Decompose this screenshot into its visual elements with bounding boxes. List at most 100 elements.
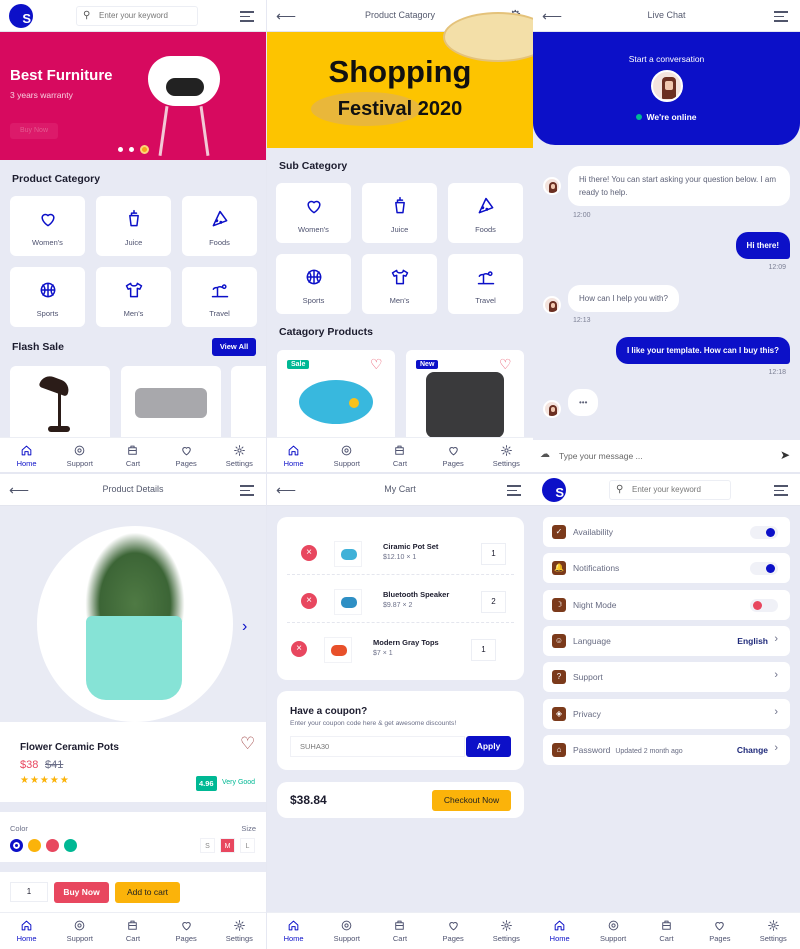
add-to-cart-button[interactable]: Add to cart [115, 882, 180, 903]
category-ball[interactable]: Sports [276, 254, 351, 314]
category-cup[interactable]: Juice [96, 196, 171, 256]
message-input[interactable]: Type your message ... [559, 451, 643, 461]
gear-icon [214, 919, 264, 932]
nav-settings[interactable]: Settings [481, 438, 531, 472]
category-pizza[interactable]: Foods [448, 183, 523, 243]
nav-pages[interactable]: Pages [695, 913, 745, 949]
favorite-heart-icon[interactable]: ♡ [240, 734, 255, 754]
support-icon [588, 919, 638, 932]
nav-home[interactable]: Home [269, 438, 319, 472]
remove-item-icon[interactable]: × [301, 593, 317, 609]
nav-support[interactable]: Support [55, 913, 105, 949]
size-option-M[interactable]: M [220, 838, 235, 853]
quantity-input[interactable]: 1 [10, 882, 48, 902]
nav-home[interactable]: Home [2, 913, 52, 949]
coupon-input[interactable]: SUHA30 [290, 736, 465, 757]
heart-icon [161, 444, 211, 457]
shirt-icon [96, 267, 171, 305]
toggle-switch[interactable] [750, 526, 778, 539]
nav-support[interactable]: Support [322, 913, 372, 949]
menu-icon[interactable] [774, 485, 788, 496]
nav-cart[interactable]: Cart [641, 913, 691, 949]
setting-language[interactable]: ☺ Language English › [543, 626, 790, 656]
search-input[interactable]: ⚲ Enter your keyword [76, 6, 198, 26]
color-option[interactable] [10, 839, 23, 852]
nav-cart[interactable]: Cart [108, 913, 158, 949]
logo[interactable]: S [9, 4, 33, 28]
nav-cart[interactable]: Cart [375, 913, 425, 949]
view-all-button[interactable]: View All [212, 338, 256, 356]
category-travel[interactable]: Travel [182, 267, 257, 327]
nav-support[interactable]: Support [55, 438, 105, 472]
category-heart[interactable]: Women's [276, 183, 351, 243]
setting-availability[interactable]: ✓ Availability [543, 517, 790, 547]
size-option-S[interactable]: S [200, 838, 215, 853]
color-option[interactable] [64, 839, 77, 852]
nav-cart[interactable]: Cart [108, 438, 158, 472]
remove-item-icon[interactable]: × [291, 641, 307, 657]
festival-banner[interactable]: Shopping Festival 2020 [267, 12, 533, 148]
search-icon: ⚲ [616, 484, 624, 495]
category-shirt[interactable]: Men's [362, 254, 437, 314]
message-bubble-agent: ••• [568, 389, 599, 416]
product-card-chair[interactable]: New ♡ [406, 350, 524, 450]
color-option[interactable] [28, 839, 41, 852]
setting-night-mode[interactable]: ☽ Night Mode [543, 590, 790, 620]
product-card-lamp[interactable] [10, 366, 110, 446]
setting-support[interactable]: ? Support › [543, 662, 790, 692]
logo[interactable]: S [542, 478, 566, 502]
color-option[interactable] [46, 839, 59, 852]
nav-pages[interactable]: Pages [428, 913, 478, 949]
quantity-input[interactable]: 1 [471, 639, 496, 661]
toggle-switch[interactable] [750, 599, 778, 612]
menu-icon[interactable] [507, 485, 521, 496]
support-icon [322, 444, 372, 457]
nav-support[interactable]: Support [588, 913, 638, 949]
nav-cart[interactable]: Cart [375, 438, 425, 472]
quantity-input[interactable]: 1 [481, 543, 506, 565]
product-card-partial[interactable] [231, 366, 266, 446]
category-cup[interactable]: Juice [362, 183, 437, 243]
toggle-switch[interactable] [750, 562, 778, 575]
send-icon[interactable]: ➤ [780, 448, 790, 462]
product-card-sofa[interactable] [121, 366, 221, 446]
category-heart[interactable]: Women's [10, 196, 85, 256]
search-input[interactable]: ⚲ Enter your keyword [609, 480, 731, 500]
nav-pages[interactable]: Pages [428, 438, 478, 472]
next-arrow-icon[interactable]: › [242, 618, 247, 636]
quantity-input[interactable]: 2 [481, 591, 506, 613]
nav-settings[interactable]: Settings [481, 913, 531, 949]
buy-now-button[interactable]: Buy Now [54, 882, 109, 903]
category-shirt[interactable]: Men's [96, 267, 171, 327]
category-travel[interactable]: Travel [448, 254, 523, 314]
home-screen: S ⚲ Enter your keyword Best Furniture 3 y… [0, 0, 266, 472]
setting-password[interactable]: ⌂ Password Updated 2 month ago Change › [543, 735, 790, 765]
category-pizza[interactable]: Foods [182, 196, 257, 256]
hero-banner[interactable]: Best Furniture 3 years warranty Buy Now [0, 32, 266, 160]
nav-pages[interactable]: Pages [161, 438, 211, 472]
menu-icon[interactable] [240, 11, 254, 22]
apply-button[interactable]: Apply [466, 736, 511, 757]
heart-icon[interactable]: ♡ [370, 356, 383, 373]
remove-item-icon[interactable]: × [301, 545, 317, 561]
nav-pages[interactable]: Pages [161, 913, 211, 949]
product-card-hat[interactable]: Sale ♡ [277, 350, 395, 450]
nav-support[interactable]: Support [322, 438, 372, 472]
nav-home[interactable]: Home [2, 438, 52, 472]
category-label: Men's [389, 296, 410, 305]
attach-icon[interactable]: ☁ [540, 449, 550, 460]
setting-notifications[interactable]: 🔔 Notifications [543, 553, 790, 583]
menu-icon[interactable] [240, 485, 254, 496]
checkout-button[interactable]: Checkout Now [432, 790, 511, 811]
nav-home[interactable]: Home [269, 913, 319, 949]
category-ball[interactable]: Sports [10, 267, 85, 327]
size-option-L[interactable]: L [240, 838, 255, 853]
setting-privacy[interactable]: ◈ Privacy › [543, 699, 790, 729]
buy-now-button[interactable]: Buy Now [10, 123, 58, 139]
heart-icon[interactable]: ♡ [499, 356, 512, 373]
nav-settings[interactable]: Settings [214, 913, 264, 949]
menu-icon[interactable] [774, 11, 788, 22]
nav-home[interactable]: Home [535, 913, 585, 949]
nav-settings[interactable]: Settings [748, 913, 798, 949]
nav-settings[interactable]: Settings [214, 438, 264, 472]
